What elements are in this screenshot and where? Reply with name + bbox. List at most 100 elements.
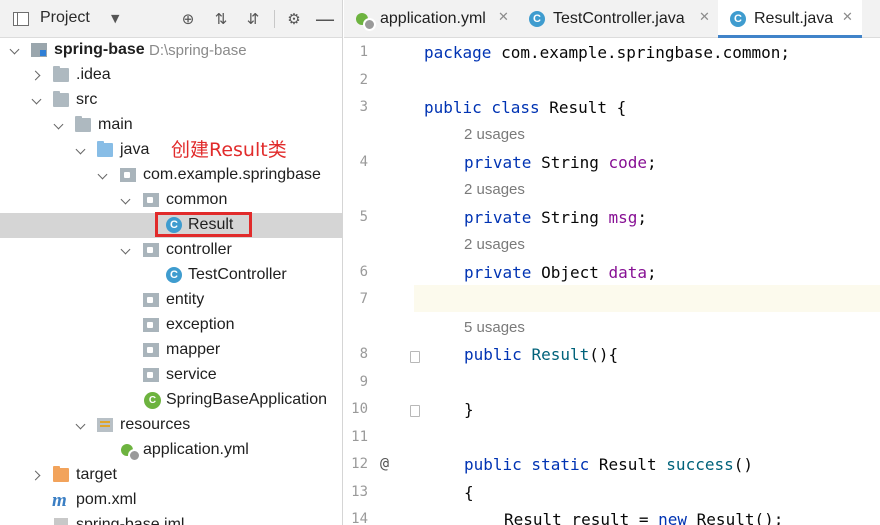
tree-item-entity[interactable]: entity xyxy=(0,288,342,313)
line-number: 9 xyxy=(359,374,368,390)
code-text: (){ xyxy=(589,345,619,364)
line-number: 3 xyxy=(359,99,368,115)
module-file-icon xyxy=(54,518,68,525)
package-icon xyxy=(120,168,136,182)
tree-item-label: src xyxy=(76,91,98,108)
chevron-down-icon[interactable] xyxy=(121,245,131,255)
chevron-right-icon[interactable] xyxy=(32,470,42,480)
tree-item-label: .idea xyxy=(76,66,111,83)
tab-application-yml[interactable]: application.yml ✕ xyxy=(344,0,516,38)
chevron-down-icon[interactable] xyxy=(32,95,42,105)
field-name: code xyxy=(608,153,648,172)
tree-item-src[interactable]: src xyxy=(0,88,342,113)
line-number: 5 xyxy=(359,209,368,225)
class-icon: C xyxy=(730,11,746,27)
tree-item-label: pom.xml xyxy=(76,491,137,508)
spring-config-file-icon xyxy=(121,442,141,462)
collapse-all-icon[interactable]: ⇵ xyxy=(242,8,264,30)
code-text: String xyxy=(531,208,609,227)
code-line-4: private String code; xyxy=(464,153,657,172)
package-icon xyxy=(143,318,159,332)
close-icon[interactable]: ✕ xyxy=(842,10,853,25)
tree-item-mapper[interactable]: mapper xyxy=(0,338,342,363)
code-text: String xyxy=(531,153,609,172)
tree-item-label: service xyxy=(166,366,217,383)
code-text: Result { xyxy=(539,98,627,117)
keyword: new xyxy=(658,510,688,525)
tree-item-resources[interactable]: resources xyxy=(0,413,342,438)
class-icon: C xyxy=(529,11,545,27)
tree-item-springbaseapplication[interactable]: C SpringBaseApplication xyxy=(0,388,342,413)
keyword: private xyxy=(464,263,532,282)
field-name: data xyxy=(608,263,648,282)
close-icon[interactable]: ✕ xyxy=(699,10,710,25)
line-number: 1 xyxy=(359,44,368,60)
code-line-10: } xyxy=(464,400,474,419)
package-icon xyxy=(143,193,159,207)
code-line-6: private Object data; xyxy=(464,263,657,282)
tree-item-spring-base-iml[interactable]: spring-base.iml xyxy=(0,513,342,525)
class-icon: C xyxy=(166,267,182,283)
hide-panel-icon[interactable]: — xyxy=(314,7,336,31)
line-number: 10 xyxy=(351,401,368,417)
code-line-1: package com.example.springbase.common; xyxy=(424,43,790,62)
keyword: private xyxy=(464,208,532,227)
chevron-down-icon[interactable] xyxy=(54,120,64,130)
package-icon xyxy=(143,293,159,307)
code-editor: application.yml ✕ C TestController.java … xyxy=(344,0,880,525)
tree-item-package-root[interactable]: com.example.springbase xyxy=(0,163,342,188)
project-path: D:\spring-base xyxy=(149,42,247,59)
tab-result-java[interactable]: C Result.java ✕ xyxy=(718,0,862,38)
chevron-down-icon[interactable] xyxy=(121,195,131,205)
tree-item-application-yml[interactable]: application.yml xyxy=(0,438,342,463)
tree-item-controller[interactable]: controller xyxy=(0,238,342,263)
keyword: public xyxy=(464,345,522,364)
tree-item-label: spring-base.iml xyxy=(76,516,185,525)
package-icon xyxy=(143,368,159,382)
tree-item-service[interactable]: service xyxy=(0,363,342,388)
method-name: Result xyxy=(531,345,590,364)
usages-hint[interactable]: 2 usages xyxy=(464,181,525,198)
expand-all-icon[interactable]: ⇅ xyxy=(210,8,232,30)
code-text-area[interactable]: package com.example.springbase.common; p… xyxy=(414,38,880,525)
chevron-right-icon[interactable] xyxy=(32,70,42,80)
tree-item-common[interactable]: common xyxy=(0,188,342,213)
annotation-gutter-icon[interactable]: @ xyxy=(380,454,389,472)
gear-icon[interactable]: ⚙ xyxy=(283,8,305,30)
tree-item-label: TestController xyxy=(188,266,287,283)
project-panel-title[interactable]: Project xyxy=(40,9,90,27)
tree-item-pom-xml[interactable]: m pom.xml xyxy=(0,488,342,513)
usages-hint[interactable]: 2 usages xyxy=(464,236,525,253)
code-text: com.example.springbase.common; xyxy=(491,43,791,62)
code-text: Result(); xyxy=(687,510,784,525)
package-icon xyxy=(143,343,159,357)
project-panel-header: Project ▼ ⊕ ⇅ ⇵ ⚙ — xyxy=(0,0,342,38)
chevron-down-icon[interactable] xyxy=(98,170,108,180)
chevron-down-icon[interactable]: ▼ xyxy=(111,12,119,25)
usages-hint[interactable]: 2 usages xyxy=(464,126,525,143)
chevron-down-icon[interactable] xyxy=(76,145,86,155)
keyword: private xyxy=(464,153,532,172)
line-number: 13 xyxy=(351,484,368,500)
line-number: 12 xyxy=(351,456,368,472)
code-line-3: public class Result { xyxy=(424,98,626,117)
tree-item-idea[interactable]: .idea xyxy=(0,63,342,88)
tree-item-label: controller xyxy=(166,241,232,258)
locate-target-icon[interactable]: ⊕ xyxy=(177,8,199,30)
usages-hint[interactable]: 5 usages xyxy=(464,319,525,336)
tree-item-exception[interactable]: exception xyxy=(0,313,342,338)
line-number: 7 xyxy=(359,291,368,307)
chevron-down-icon[interactable] xyxy=(76,420,86,430)
code-line-8: public Result(){ xyxy=(464,345,618,364)
chevron-down-icon[interactable] xyxy=(10,45,20,55)
tree-item-target[interactable]: target xyxy=(0,463,342,488)
tree-item-testcontroller[interactable]: C TestController xyxy=(0,263,342,288)
editor-tab-bar: application.yml ✕ C TestController.java … xyxy=(344,0,880,38)
tree-item-spring-base[interactable]: spring-base D:\spring-base xyxy=(0,38,342,63)
close-icon[interactable]: ✕ xyxy=(498,10,509,25)
spring-boot-class-icon: C xyxy=(144,392,161,409)
code-text: Result xyxy=(589,455,667,474)
project-view-icon xyxy=(13,12,29,26)
line-number: 14 xyxy=(351,511,368,525)
tab-testcontroller-java[interactable]: C TestController.java ✕ xyxy=(517,0,717,38)
